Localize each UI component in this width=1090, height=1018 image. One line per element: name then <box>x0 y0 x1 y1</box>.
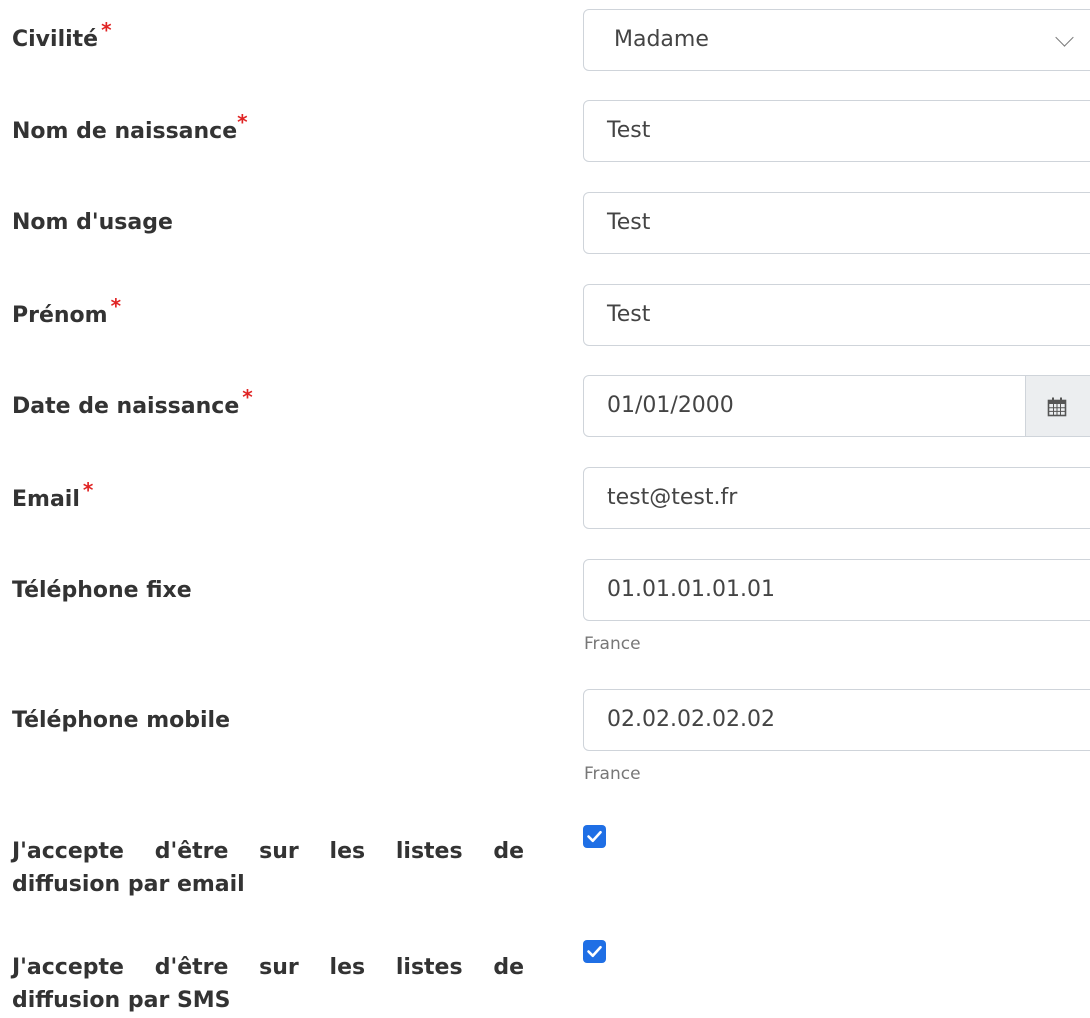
checkmark-icon <box>587 830 602 843</box>
optin-email-label: J'accepte d'être sur les listes de diffu… <box>12 839 524 897</box>
calendar-button[interactable] <box>1025 375 1090 437</box>
email-input[interactable]: test@test.fr <box>583 467 1090 529</box>
tel-fixe-country: France <box>584 634 641 654</box>
tel-fixe-input[interactable]: 01.01.01.01.01 <box>583 559 1090 621</box>
calendar-icon <box>1047 397 1067 421</box>
required-mark: * <box>237 110 248 134</box>
nom-usage-label: Nom d'usage <box>12 210 173 235</box>
date-naissance-input[interactable]: 01/01/2000 <box>583 375 1090 437</box>
civilite-selected-value: Madame <box>614 27 709 52</box>
checkmark-icon <box>587 945 602 958</box>
optin-sms-checkbox[interactable] <box>583 940 606 963</box>
prenom-label: Prénom * <box>12 294 122 328</box>
civilite-select[interactable]: Madame <box>583 9 1090 71</box>
optin-sms-label: J'accepte d'être sur les listes de diffu… <box>12 955 524 1013</box>
identity-form: Civilité * Madame Nom de naissance* Test … <box>0 0 1090 1018</box>
required-mark: * <box>110 294 122 318</box>
tel-fixe-label: Téléphone fixe <box>12 578 192 603</box>
tel-mobile-country: France <box>584 764 641 784</box>
nom-naissance-input[interactable]: Test <box>583 100 1090 162</box>
email-label: Email * <box>12 478 94 512</box>
required-mark: * <box>82 478 94 502</box>
required-mark: * <box>101 18 112 42</box>
nom-usage-input[interactable]: Test <box>583 192 1090 254</box>
tel-mobile-input[interactable]: 02.02.02.02.02 <box>583 689 1090 751</box>
required-mark: * <box>242 385 253 409</box>
date-naissance-label: Date de naissance * <box>12 385 253 419</box>
tel-mobile-label: Téléphone mobile <box>12 708 231 733</box>
prenom-input[interactable]: Test <box>583 284 1090 346</box>
civilite-label: Civilité * <box>12 18 112 52</box>
nom-naissance-label: Nom de naissance* <box>12 110 248 144</box>
optin-email-checkbox[interactable] <box>583 825 606 848</box>
